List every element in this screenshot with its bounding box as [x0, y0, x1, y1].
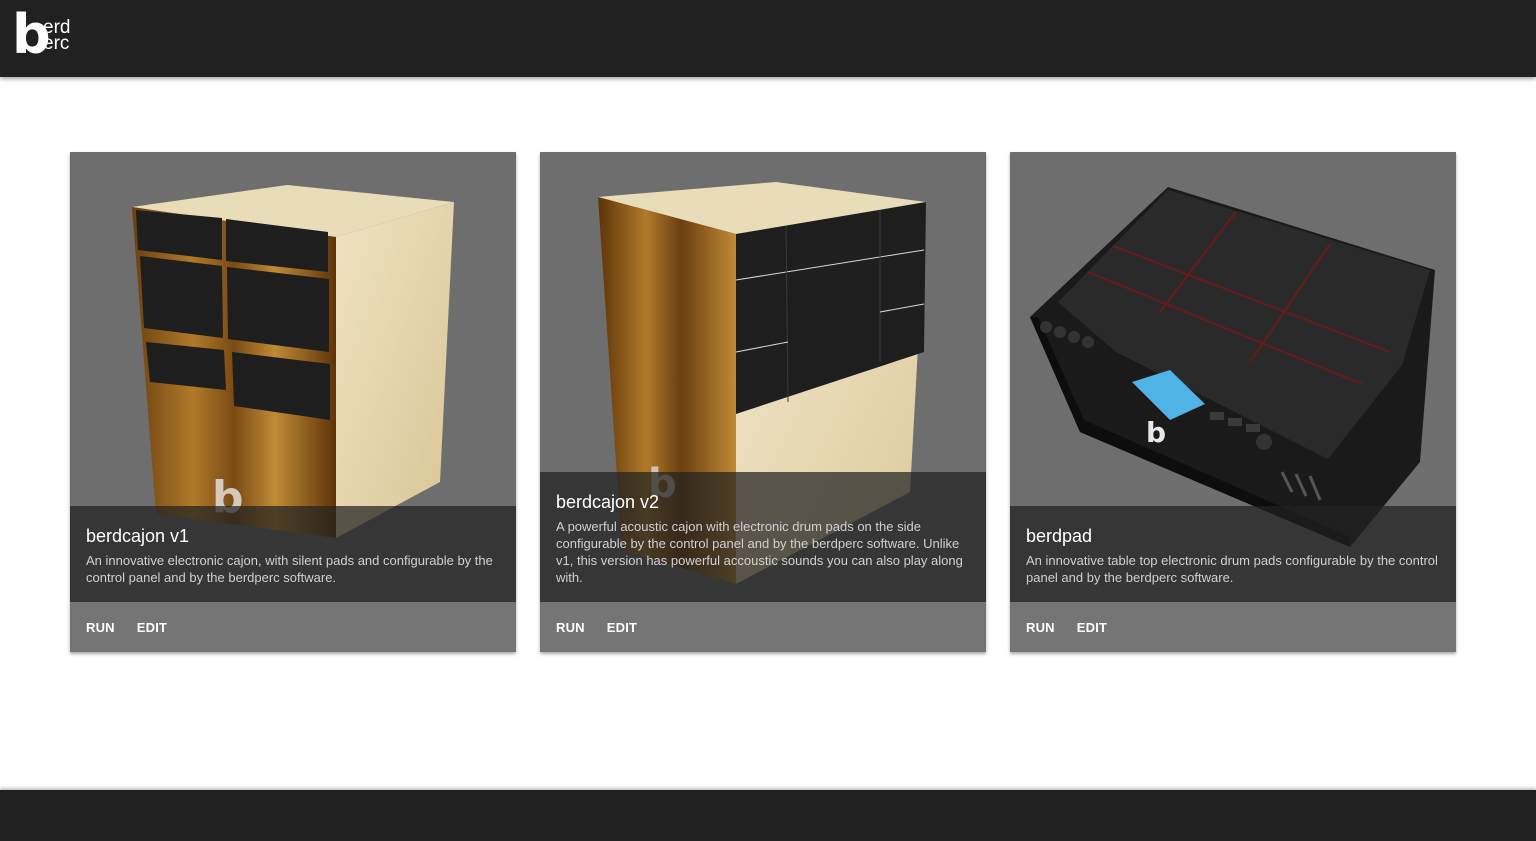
- card-berdcajon-v1: b berdcajon v1 An innovative electronic …: [70, 152, 516, 652]
- card-description: An innovative electronic cajon, with sil…: [86, 553, 493, 585]
- edit-button[interactable]: EDIT: [607, 620, 637, 635]
- card-description: An innovative table top electronic drum …: [1026, 553, 1438, 585]
- card-description: A powerful acoustic cajon with electroni…: [556, 519, 963, 585]
- card-title: berdcajon v2: [556, 492, 660, 512]
- card-actions: RUN EDIT: [70, 602, 516, 652]
- card-title: berdcajon v1: [86, 526, 190, 546]
- top-app-bar: b erd erc: [0, 0, 1536, 77]
- card-caption: berdcajon v2 A powerful acoustic cajon w…: [540, 472, 986, 602]
- card-actions: RUN EDIT: [1010, 602, 1456, 652]
- run-button[interactable]: RUN: [86, 620, 115, 635]
- run-button[interactable]: RUN: [1026, 620, 1055, 635]
- logo-line2: erc: [43, 33, 70, 54]
- card-actions: RUN EDIT: [540, 602, 986, 652]
- edit-button[interactable]: EDIT: [137, 620, 167, 635]
- card-caption: berdpad An innovative table top electron…: [1010, 506, 1456, 602]
- footer-bar: [0, 790, 1536, 841]
- edit-button[interactable]: EDIT: [1077, 620, 1107, 635]
- card-berdpad: b berdpad An innovative table top electr…: [1010, 152, 1456, 652]
- run-button[interactable]: RUN: [556, 620, 585, 635]
- berdperc-logo[interactable]: b erd erc: [12, 8, 76, 64]
- card-caption: berdcajon v1 An innovative electronic ca…: [70, 506, 516, 602]
- card-berdcajon-v2: b berdcajon v2 A powerful acoustic cajon…: [540, 152, 986, 652]
- svg-text:b: b: [1146, 416, 1166, 449]
- card-title: berdpad: [1026, 526, 1093, 546]
